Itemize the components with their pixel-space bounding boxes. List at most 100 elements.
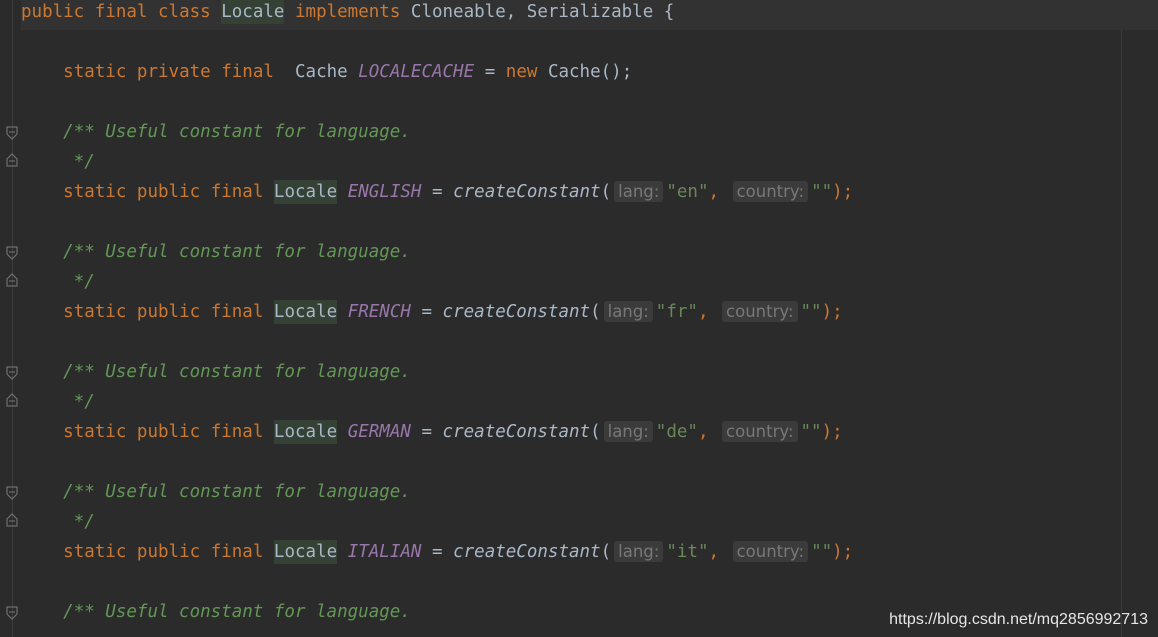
string-literal: "fr" — [655, 302, 698, 322]
doc-comment: */ — [63, 152, 95, 172]
fold-start-icon[interactable] — [6, 126, 18, 140]
constant-name[interactable]: LOCALECACHE — [358, 62, 474, 82]
constant-name[interactable]: ENGLISH — [348, 182, 422, 202]
doc-comment: /** Useful constant for language. — [63, 362, 411, 382]
parameter-hint: country: — [732, 541, 809, 562]
method-call[interactable]: createConstant — [453, 542, 601, 562]
doc-comment: */ — [63, 512, 95, 532]
fold-start-icon[interactable] — [6, 606, 18, 620]
fold-start-icon[interactable] — [6, 366, 18, 380]
fold-start-icon[interactable] — [6, 246, 18, 260]
parameter-hint: lang: — [614, 541, 664, 562]
keyword: new — [505, 62, 538, 82]
paren: ( — [590, 422, 601, 442]
method-call[interactable]: createConstant — [453, 182, 601, 202]
doc-comment-line[interactable]: */ — [21, 390, 1158, 420]
keyword: public — [136, 182, 201, 202]
code-text: Cloneable, Serializable { — [410, 2, 675, 22]
keyword: public — [21, 2, 85, 22]
doc-comment-line[interactable]: */ — [21, 510, 1158, 540]
parameter-hint: country: — [722, 421, 798, 442]
string-literal: "en" — [666, 182, 709, 202]
statement-end: ); — [832, 542, 854, 562]
parameter-hint: lang: — [603, 421, 653, 442]
keyword: public — [136, 302, 201, 322]
gutter-divider — [12, 0, 13, 637]
constant-name[interactable]: FRENCH — [348, 302, 411, 322]
doc-comment-line[interactable]: /** Useful constant for language. — [21, 480, 1158, 510]
keyword: public — [136, 422, 201, 442]
doc-comment: /** Useful constant for language. — [63, 482, 411, 502]
string-literal: "" — [800, 422, 822, 442]
class-name-identifier[interactable]: Locale — [221, 0, 285, 24]
operator: = — [421, 302, 432, 322]
keyword: private — [136, 62, 211, 82]
operator: = — [432, 542, 443, 562]
fold-end-icon[interactable] — [6, 153, 18, 167]
parameter-hint: lang: — [603, 301, 653, 322]
keyword: final — [210, 182, 264, 202]
doc-comment-line[interactable]: /** Useful constant for language. — [21, 120, 1158, 150]
keyword: static — [63, 62, 127, 82]
doc-comment-line[interactable]: */ — [21, 270, 1158, 300]
string-literal: "" — [800, 302, 822, 322]
keyword: final — [210, 302, 264, 322]
statement-end: ); — [821, 302, 843, 322]
string-literal: "" — [811, 542, 833, 562]
keyword: final — [94, 2, 148, 22]
code-line-constant[interactable]: static public final Locale ENGLISH = cre… — [21, 180, 1158, 210]
parameter-hint: lang: — [614, 181, 664, 202]
parameter-hint: country: — [732, 181, 809, 202]
type-name-highlight[interactable]: Locale — [273, 180, 338, 204]
doc-comment: */ — [63, 272, 95, 292]
doc-comment-line[interactable]: */ — [21, 150, 1158, 180]
statement-end: ); — [832, 182, 854, 202]
string-literal: "" — [811, 182, 833, 202]
type-name-highlight[interactable]: Locale — [273, 540, 338, 564]
code-line-constant[interactable]: static public final Locale FRENCH = crea… — [21, 300, 1158, 330]
type-name-highlight[interactable]: Locale — [273, 420, 338, 444]
operator: = — [421, 422, 432, 442]
comma: , — [697, 302, 709, 322]
comma: , — [708, 182, 720, 202]
code-line-cache[interactable]: static private final Cache LOCALECACHE =… — [21, 60, 1158, 90]
keyword: final — [210, 542, 264, 562]
code-line-constant[interactable]: static public final Locale ITALIAN = cre… — [21, 540, 1158, 570]
type-name-highlight[interactable]: Locale — [273, 300, 338, 324]
keyword: static — [63, 182, 127, 202]
doc-comment-line[interactable]: /** Useful constant for language. — [21, 360, 1158, 390]
type-name: Cache — [295, 62, 348, 82]
code-line-constant[interactable]: static public final Locale GERMAN = crea… — [21, 420, 1158, 450]
operator: = — [484, 62, 496, 82]
doc-comment: /** Useful constant for language. — [63, 122, 411, 142]
operator: = — [432, 182, 443, 202]
code-text: Cache(); — [547, 62, 633, 82]
fold-end-icon[interactable] — [6, 273, 18, 287]
keyword: class — [158, 2, 211, 22]
paren: ( — [600, 542, 612, 562]
keyword: final — [210, 422, 264, 442]
method-call[interactable]: createConstant — [443, 302, 591, 322]
constant-name[interactable]: GERMAN — [348, 422, 411, 442]
fold-start-icon[interactable] — [6, 486, 18, 500]
fold-end-icon[interactable] — [6, 393, 18, 407]
doc-comment: /** Useful constant for language. — [63, 602, 411, 622]
constant-name[interactable]: ITALIAN — [348, 542, 422, 562]
doc-comment: /** Useful constant for language. — [63, 242, 411, 262]
keyword: static — [63, 422, 127, 442]
editor-gutter[interactable] — [0, 0, 18, 637]
statement-end: ); — [821, 422, 843, 442]
string-literal: "it" — [666, 542, 709, 562]
keyword: public — [136, 542, 201, 562]
paren: ( — [600, 182, 612, 202]
doc-comment-line[interactable]: /** Useful constant for language. — [21, 240, 1158, 270]
method-call[interactable]: createConstant — [443, 422, 591, 442]
comma: , — [708, 542, 720, 562]
doc-comment: */ — [63, 392, 95, 412]
parameter-hint: country: — [722, 301, 798, 322]
code-line-class-declaration[interactable]: public final class Locale implements Clo… — [21, 0, 1158, 30]
comma: , — [697, 422, 709, 442]
fold-end-icon[interactable] — [6, 513, 18, 527]
string-literal: "de" — [655, 422, 698, 442]
watermark-text: https://blog.csdn.net/mq2856992713 — [889, 611, 1148, 628]
